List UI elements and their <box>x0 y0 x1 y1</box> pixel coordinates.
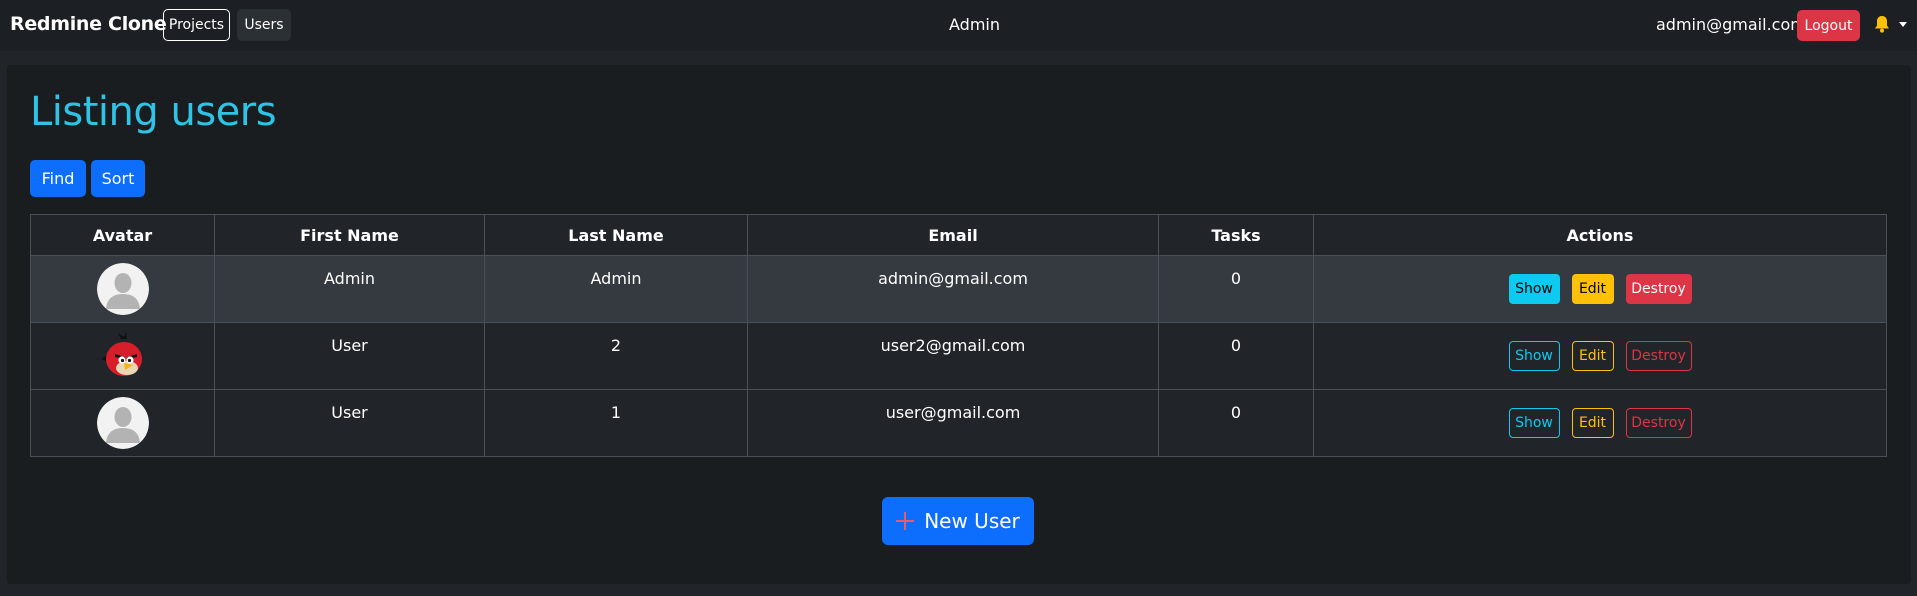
avatar-cell <box>30 389 215 457</box>
table-row: Admin Admin admin@gmail.com 0 Show Edit De… <box>30 255 1887 323</box>
new-user-button[interactable]: New User <box>882 497 1034 545</box>
table-row: User 2 user2@gmail.com 0 Show Edit Destroy <box>30 322 1887 390</box>
actions-cell: Show Edit Destroy <box>1313 389 1887 457</box>
red-bird-avatar-icon <box>100 331 142 376</box>
tasks-cell: 0 <box>1158 322 1314 390</box>
default-avatar-icon <box>96 262 149 315</box>
table-row: User 1 user@gmail.com 0 Show Edit Destroy <box>30 389 1887 457</box>
users-table: Avatar First Name Last Name Email Tasks … <box>30 214 1887 457</box>
last-name-cell: Admin <box>484 255 748 323</box>
avatar-cell <box>30 322 215 390</box>
last-name-cell: 2 <box>484 322 748 390</box>
avatar-cell <box>30 255 215 323</box>
plus-icon <box>896 512 915 530</box>
new-user-label: New User <box>924 509 1020 533</box>
column-header-first-name: First Name <box>214 214 485 256</box>
find-button[interactable]: Find <box>30 160 86 197</box>
last-name-cell: 1 <box>484 389 748 457</box>
first-name-cell: User <box>214 389 485 457</box>
actions-cell: Show Edit Destroy <box>1313 255 1887 323</box>
chevron-down-icon[interactable] <box>1899 22 1907 27</box>
nav-link-projects[interactable]: Projects <box>163 9 230 41</box>
column-header-avatar: Avatar <box>30 214 215 256</box>
tasks-cell: 0 <box>1158 255 1314 323</box>
email-cell: admin@gmail.com <box>747 255 1159 323</box>
default-avatar-icon <box>96 396 149 449</box>
show-button[interactable]: Show <box>1508 340 1560 371</box>
current-user-email: admin@gmail.com <box>1656 15 1806 34</box>
destroy-button[interactable]: Destroy <box>1625 407 1692 438</box>
first-name-cell: Admin <box>214 255 485 323</box>
sort-button[interactable]: Sort <box>91 160 145 197</box>
page-title: Listing users <box>30 89 277 135</box>
column-header-tasks: Tasks <box>1158 214 1314 256</box>
destroy-button[interactable]: Destroy <box>1625 273 1692 304</box>
first-name-cell: User <box>214 322 485 390</box>
column-header-last-name: Last Name <box>484 214 748 256</box>
tasks-cell: 0 <box>1158 389 1314 457</box>
show-button[interactable]: Show <box>1508 273 1560 304</box>
email-cell: user@gmail.com <box>747 389 1159 457</box>
edit-button[interactable]: Edit <box>1571 407 1614 438</box>
top-navbar: Redmine Clone Projects Users Admin admin… <box>0 0 1917 51</box>
actions-cell: Show Edit Destroy <box>1313 322 1887 390</box>
table-header-row: Avatar First Name Last Name Email Tasks … <box>30 214 1887 256</box>
show-button[interactable]: Show <box>1508 407 1560 438</box>
email-cell: user2@gmail.com <box>747 322 1159 390</box>
column-header-email: Email <box>747 214 1159 256</box>
destroy-button[interactable]: Destroy <box>1625 340 1692 371</box>
edit-button[interactable]: Edit <box>1571 340 1614 371</box>
bell-icon[interactable] <box>1871 13 1893 35</box>
column-header-actions: Actions <box>1313 214 1887 256</box>
edit-button[interactable]: Edit <box>1571 273 1614 304</box>
nav-admin-label[interactable]: Admin <box>949 15 1000 34</box>
brand-logo[interactable]: Redmine Clone <box>10 13 167 35</box>
nav-link-users[interactable]: Users <box>237 9 291 41</box>
logout-button[interactable]: Logout <box>1797 10 1860 41</box>
